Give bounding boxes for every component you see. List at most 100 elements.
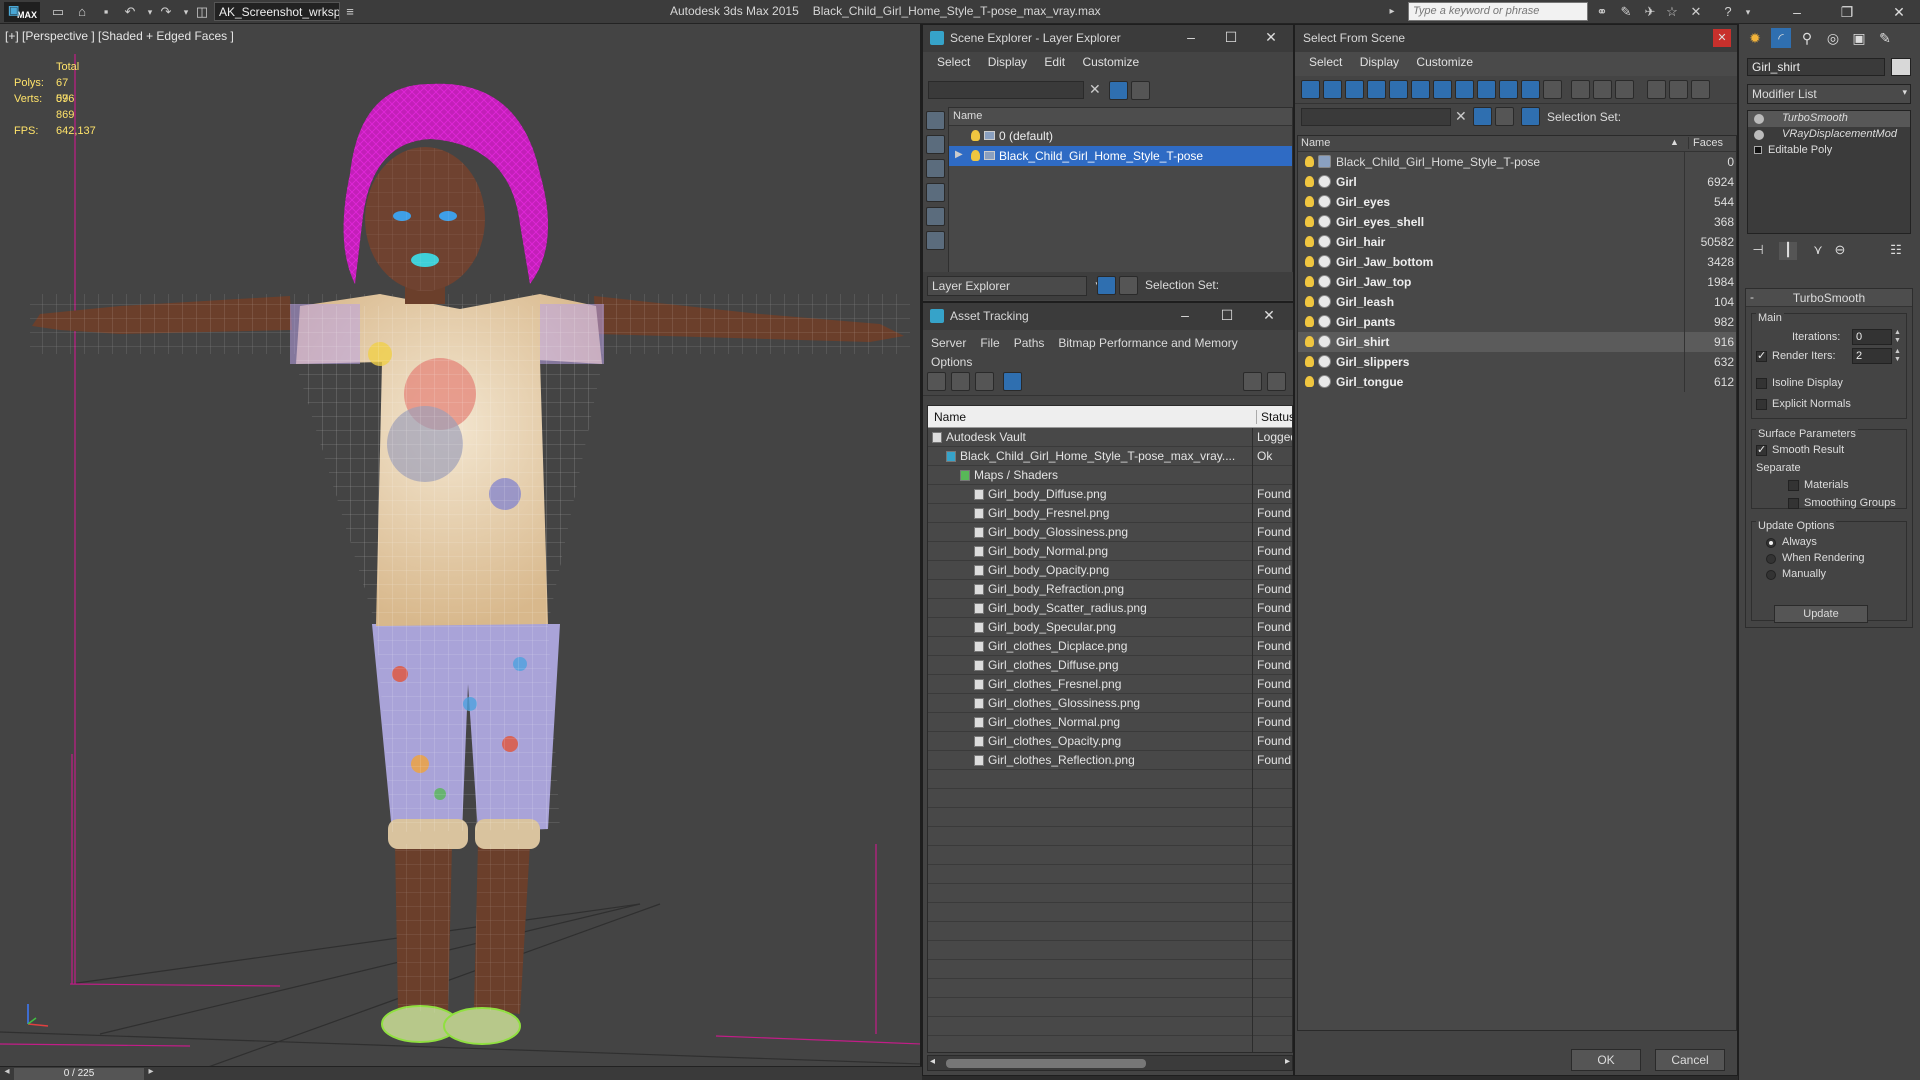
at-refresh-icon[interactable] [927, 372, 946, 391]
layer-row-model[interactable]: ▶ Black_Child_Girl_Home_Style_T-pose [949, 146, 1292, 166]
object-visibility-icon[interactable] [1305, 156, 1314, 167]
display-tab-icon[interactable]: ▣ [1849, 28, 1869, 48]
modify-tab-icon[interactable]: ◜ [1771, 28, 1791, 48]
object-row[interactable]: Girl_leash 104 [1298, 292, 1736, 312]
ss-menu-display[interactable]: Display [1360, 55, 1399, 69]
close-window-icon[interactable]: ✕ [1884, 2, 1914, 22]
se-menu-display[interactable]: Display [988, 55, 1027, 69]
hierarchy-tab-icon[interactable]: ⚲ [1797, 28, 1817, 48]
object-color-swatch[interactable] [1891, 58, 1911, 76]
object-visibility-icon[interactable] [1305, 336, 1314, 347]
object-name-field[interactable]: Girl_shirt [1747, 58, 1885, 76]
se-menu-select[interactable]: Select [937, 55, 970, 69]
asset-row[interactable]: Girl_body_Diffuse.png Found [928, 485, 1292, 504]
time-prev-arrow-icon[interactable]: ◂ [0, 1066, 14, 1080]
render-iters-spinner-arrows-icon[interactable]: ▲ ▼ [1894, 348, 1902, 364]
object-row[interactable]: Girl_hair 50582 [1298, 232, 1736, 252]
se-clear-search-icon[interactable]: ✕ [1089, 81, 1101, 98]
when-rendering-radio[interactable] [1766, 554, 1776, 564]
configure-sets-icon[interactable]: ☷ [1887, 242, 1905, 260]
se-layer-add-icon[interactable] [1131, 81, 1150, 100]
redo-dropdown-icon[interactable]: ▾ [178, 4, 194, 20]
object-row[interactable]: Girl_Jaw_top 1984 [1298, 272, 1736, 292]
se-layer-toggle-icon[interactable] [1097, 276, 1116, 295]
se-maximize-icon[interactable]: ☐ [1217, 29, 1245, 46]
asset-horizontal-scrollbar[interactable]: ◂ ▸ [927, 1055, 1293, 1071]
se-display-shapes-icon[interactable] [926, 159, 945, 178]
ss-display-geometry-icon[interactable] [1301, 80, 1320, 99]
se-display-objects-icon[interactable] [926, 111, 945, 130]
ss-select-all-icon[interactable] [1571, 80, 1590, 99]
cancel-button[interactable]: Cancel [1655, 1049, 1725, 1071]
ss-filter-icon[interactable] [1647, 80, 1666, 99]
object-row[interactable]: Girl_eyes_shell 368 [1298, 212, 1736, 232]
object-visibility-icon[interactable] [1305, 376, 1314, 387]
asset-row[interactable]: Girl_clothes_Glossiness.png Found [928, 694, 1292, 713]
asset-row[interactable]: Girl_body_Opacity.png Found [928, 561, 1292, 580]
ss-menu-select[interactable]: Select [1309, 55, 1342, 69]
at-minimize-icon[interactable]: – [1171, 307, 1199, 323]
asset-row[interactable]: Black_Child_Girl_Home_Style_T-pose_max_v… [928, 447, 1292, 466]
stack-item-vraydisplacement[interactable]: VRayDisplacementMod [1748, 127, 1910, 143]
object-visibility-icon[interactable] [1305, 356, 1314, 367]
save-file-icon[interactable]: ▪ [98, 4, 114, 20]
at-menu-paths[interactable]: Paths [1014, 336, 1045, 350]
object-row[interactable]: Girl 6924 [1298, 172, 1736, 192]
title-options-icon[interactable]: ▸ [1384, 4, 1400, 20]
at-maximize-icon[interactable]: ☐ [1213, 307, 1241, 324]
binoculars-icon[interactable]: ⚭ [1594, 4, 1610, 20]
asset-col-name[interactable]: Name [934, 410, 966, 424]
se-display-lights-icon[interactable] [926, 183, 945, 202]
ss-display-hidden-icon[interactable] [1543, 80, 1562, 99]
at-table-view-icon[interactable] [1003, 372, 1022, 391]
app-logo[interactable]: ▣ MAX [4, 2, 40, 22]
at-menu-file[interactable]: File [980, 336, 999, 350]
se-display-geometry-icon[interactable] [926, 135, 945, 154]
se-close-icon[interactable]: ✕ [1257, 29, 1285, 46]
always-radio[interactable] [1766, 538, 1776, 548]
manually-radio[interactable] [1766, 570, 1776, 580]
asset-row[interactable]: Girl_clothes_Dicplace.png Found [928, 637, 1292, 656]
stack-item-editable-poly[interactable]: Editable Poly [1748, 143, 1910, 159]
iterations-spinner-arrows-icon[interactable]: ▲ ▼ [1894, 329, 1902, 345]
communication-icon[interactable]: ✈ [1642, 4, 1658, 20]
object-visibility-icon[interactable] [1305, 276, 1314, 287]
object-col-name[interactable]: Name [1301, 137, 1330, 149]
motion-tab-icon[interactable]: ◎ [1823, 28, 1843, 48]
ok-button[interactable]: OK [1571, 1049, 1641, 1071]
asset-row[interactable]: Girl_body_Scatter_radius.png Found [928, 599, 1292, 618]
se-hierarchy-icon[interactable] [1119, 276, 1138, 295]
layer-list-header[interactable]: Name [949, 108, 1292, 126]
ss-display-spacewarps-icon[interactable] [1411, 80, 1430, 99]
workspace-menu-icon[interactable]: ≡ [342, 4, 358, 20]
sort-ascending-icon[interactable]: ▲ [1670, 137, 1679, 147]
scroll-right-icon[interactable]: ▸ [1285, 1056, 1290, 1067]
open-file-icon[interactable]: ⌂ [74, 4, 90, 20]
se-filter-icon[interactable] [1109, 81, 1128, 100]
object-row[interactable]: Girl_shirt 916 [1298, 332, 1736, 352]
scene-explorer-titlebar[interactable]: Scene Explorer - Layer Explorer – ☐ ✕ [923, 25, 1293, 52]
ss-hierarchy-icon[interactable] [1521, 107, 1540, 126]
asset-row[interactable]: Girl_body_Refraction.png Found [928, 580, 1292, 599]
object-row[interactable]: Girl_Jaw_bottom 3428 [1298, 252, 1736, 272]
modifier-list-dropdown[interactable]: Modifier List ▾ [1747, 84, 1911, 104]
ss-display-groups-icon[interactable] [1433, 80, 1452, 99]
object-row[interactable]: Girl_tongue 612 [1298, 372, 1736, 392]
asset-col-status[interactable]: Status [1256, 410, 1292, 424]
at-settings-icon[interactable] [1267, 372, 1286, 391]
select-from-scene-titlebar[interactable]: Select From Scene ✕ [1295, 25, 1737, 52]
modifier-toggle-icon[interactable] [1754, 130, 1764, 140]
explicit-normals-checkbox[interactable] [1756, 399, 1767, 410]
se-menu-customize[interactable]: Customize [1082, 55, 1139, 69]
scene-explorer-search-input[interactable] [928, 81, 1084, 99]
redo-icon[interactable]: ↷ [158, 4, 174, 20]
perspective-viewport[interactable]: [+] [Perspective ] [Shaded + Edged Faces… [0, 24, 922, 1070]
explorer-type-dropdown[interactable]: Layer Explorer▾ [927, 276, 1100, 296]
ss-menu-customize[interactable]: Customize [1416, 55, 1473, 69]
scroll-left-icon[interactable]: ◂ [930, 1056, 935, 1067]
workspace-selector[interactable]: AK_Screenshot_wrksp [214, 2, 340, 21]
ss-display-xrefs-icon[interactable] [1455, 80, 1474, 99]
remove-modifier-icon[interactable]: ⊖ [1831, 242, 1849, 260]
project-folder-icon[interactable]: ◫ [194, 4, 210, 20]
asset-row[interactable]: Girl_body_Normal.png Found [928, 542, 1292, 561]
